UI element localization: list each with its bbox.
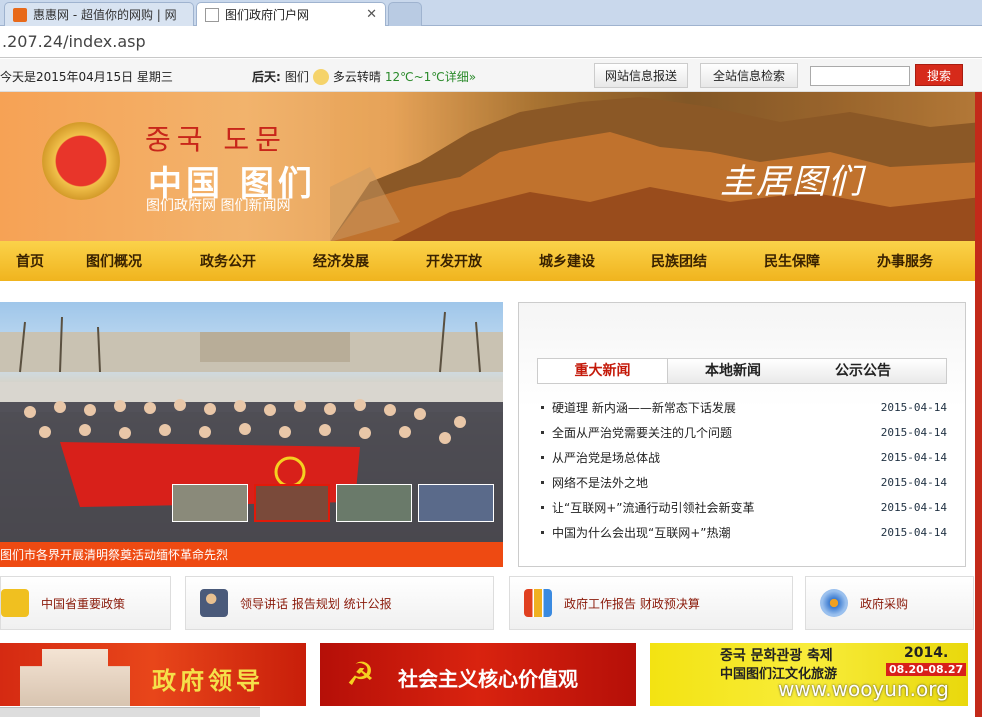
quicklink-reports[interactable]: 政府工作报告 财政预决算	[509, 576, 793, 630]
thumbnail-4[interactable]	[418, 484, 494, 522]
nav-ethnic-unity[interactable]: 民族团结	[651, 251, 707, 271]
national-emblem-icon	[42, 122, 120, 200]
watermark-text: www.wooyun.org	[778, 677, 949, 701]
current-date: 今天是2015年04月15日 星期三	[0, 70, 173, 84]
news-title[interactable]: 让“互联网+”流通行动引领社会新变革	[552, 499, 755, 516]
quicklink-label: 政府工作报告 财政预决算	[564, 596, 700, 611]
cloudy-sun-icon	[312, 68, 329, 85]
news-title[interactable]: 中国为什么会出现“互联网+”热潮	[552, 524, 731, 541]
close-tab-icon[interactable]: ✕	[366, 7, 377, 22]
search-input[interactable]	[810, 66, 910, 86]
tab-label: 惠惠网 - 超值你的网购 | 网	[33, 8, 177, 22]
news-date: 2015-04-14	[880, 501, 947, 514]
banner-core-values-text: 社会主义核心价值观	[398, 667, 578, 691]
tab-local-news[interactable]: 本地新闻	[668, 359, 798, 383]
weather-widget: 后天: 图们 多云转晴 12℃~1℃详细»	[252, 68, 476, 85]
banner-gov-leaders[interactable]: 政府领导	[0, 643, 306, 706]
top-utility-bar: 今天是2015年04月15日 星期三 后天: 图们 多云转晴 12℃~1℃详细»…	[0, 59, 982, 92]
banner-korean-title: 중국 도문	[145, 123, 287, 156]
tab-announcements[interactable]: 公示公告	[798, 359, 928, 383]
news-tabs: 重大新闻 本地新闻 公示公告	[537, 358, 947, 384]
page-right-edge	[975, 92, 982, 717]
huihui-favicon-icon	[13, 7, 27, 22]
quicklink-policies[interactable]: 中国省重要政策	[0, 576, 171, 630]
quicklink-label: 政府采购	[860, 596, 909, 611]
building-image	[20, 649, 130, 706]
nav-overview[interactable]: 图们概况	[86, 251, 142, 271]
hammer-sickle-icon: ☭	[346, 655, 375, 693]
document-icon	[1, 589, 29, 617]
browser-tab-tumen[interactable]: 图们政府门户网 ✕	[196, 2, 386, 26]
list-item[interactable]: 硬道理 新内涵——新常态下话发展 2015-04-14	[537, 395, 947, 420]
news-date: 2015-04-14	[880, 476, 947, 489]
news-date: 2015-04-14	[880, 401, 947, 414]
news-title[interactable]: 硬道理 新内涵——新常态下话发展	[552, 399, 736, 416]
news-list: 硬道理 新内涵——新常态下话发展 2015-04-14 全面从严治党需要关注的几个…	[537, 395, 947, 545]
news-title[interactable]: 网络不是法外之地	[552, 474, 648, 491]
festival-korean: 중국 문화관광 축제	[720, 648, 833, 664]
weather-city: 图们	[284, 70, 309, 84]
news-date: 2015-04-14	[880, 526, 947, 539]
nav-services[interactable]: 办事服务	[877, 251, 933, 271]
banner-core-values[interactable]: ☭ 社会主义核心价值观	[320, 643, 636, 706]
page-favicon-icon	[205, 7, 219, 22]
thumbnail-1[interactable]	[172, 484, 248, 522]
news-title[interactable]: 全面从严治党需要关注的几个问题	[552, 424, 732, 441]
weather-label: 后天:	[252, 70, 281, 84]
quicklink-speeches[interactable]: 领导讲话 报告规划 统计公报	[185, 576, 494, 630]
list-item[interactable]: 从严治党是场总体战 2015-04-14	[537, 445, 947, 470]
news-title[interactable]: 从严治党是场总体战	[552, 449, 660, 466]
nav-urban-rural[interactable]: 城乡建设	[539, 251, 595, 271]
tab-major-news[interactable]: 重大新闻	[538, 359, 668, 383]
address-bar[interactable]: .207.24/index.asp	[0, 26, 982, 58]
list-item[interactable]: 中国为什么会出现“互联网+”热潮 2015-04-14	[537, 520, 947, 545]
news-panel: 重大新闻 本地新闻 公示公告 硬道理 新内涵——新常态下话发展 2015-04-1…	[518, 302, 966, 567]
browser-tab-bar: 惠惠网 - 超值你的网购 | 网 图们政府门户网 ✕	[0, 0, 982, 26]
new-tab-button[interactable]	[388, 2, 422, 26]
thumbnail-3[interactable]	[336, 484, 412, 522]
banner-gov-leaders-text: 政府领导	[152, 667, 264, 695]
site-search-button[interactable]: 全站信息检索	[700, 63, 798, 88]
photo-slideshow[interactable]	[0, 302, 503, 542]
quicklink-label: 领导讲话 报告规划 统计公报	[240, 596, 392, 611]
info-report-button[interactable]: 网站信息报送	[594, 63, 688, 88]
bar-chart-icon	[524, 589, 552, 617]
news-date: 2015-04-14	[880, 451, 947, 464]
quicklink-label: 中国省重要政策	[41, 596, 126, 611]
mountain-scenery	[330, 92, 982, 242]
site-banner: 중국 도문 中国 图们 图们政府网 图们新闻网 圭居图们	[0, 92, 982, 242]
nav-economy[interactable]: 经济发展	[313, 251, 369, 271]
list-item[interactable]: 全面从严治党需要关注的几个问题 2015-04-14	[537, 420, 947, 445]
globe-network-icon	[820, 589, 848, 617]
weather-temp-link[interactable]: 12℃~1℃详细»	[385, 68, 476, 85]
list-item[interactable]: 网络不是法外之地 2015-04-14	[537, 470, 947, 495]
main-navigation: 首页 图们概况 政务公开 经济发展 开发开放 城乡建设 民族团结 民生保障 办事…	[0, 241, 982, 281]
nav-development[interactable]: 开发开放	[426, 251, 482, 271]
quicklink-procurement[interactable]: 政府采购	[805, 576, 974, 630]
banner-calligraphy: 圭居图们	[720, 162, 864, 202]
festival-dates: 08.20-08.27	[886, 663, 967, 676]
address-text: .207.24/index.asp	[2, 32, 146, 51]
list-item[interactable]: 让“互联网+”流通行动引领社会新变革 2015-04-14	[537, 495, 947, 520]
news-date: 2015-04-14	[880, 426, 947, 439]
search-button[interactable]: 搜索	[915, 64, 963, 86]
nav-gov-affairs[interactable]: 政务公开	[200, 251, 256, 271]
weather-condition: 多云转晴	[332, 70, 381, 84]
slideshow-caption[interactable]: 图们市各界开展清明祭奠活动缅怀革命先烈	[0, 542, 503, 567]
horizontal-scrollbar[interactable]	[0, 707, 260, 717]
banner-subtitle: 图们政府网 图们新闻网	[146, 198, 291, 214]
thumbnail-2[interactable]	[254, 484, 330, 522]
nav-home[interactable]: 首页	[16, 251, 44, 271]
browser-tab-huihui[interactable]: 惠惠网 - 超值你的网购 | 网	[4, 2, 194, 26]
tab-label: 图们政府门户网	[225, 8, 310, 22]
nav-livelihood[interactable]: 民生保障	[764, 251, 820, 271]
festival-year: 2014.	[904, 645, 949, 661]
people-icon	[200, 589, 228, 617]
